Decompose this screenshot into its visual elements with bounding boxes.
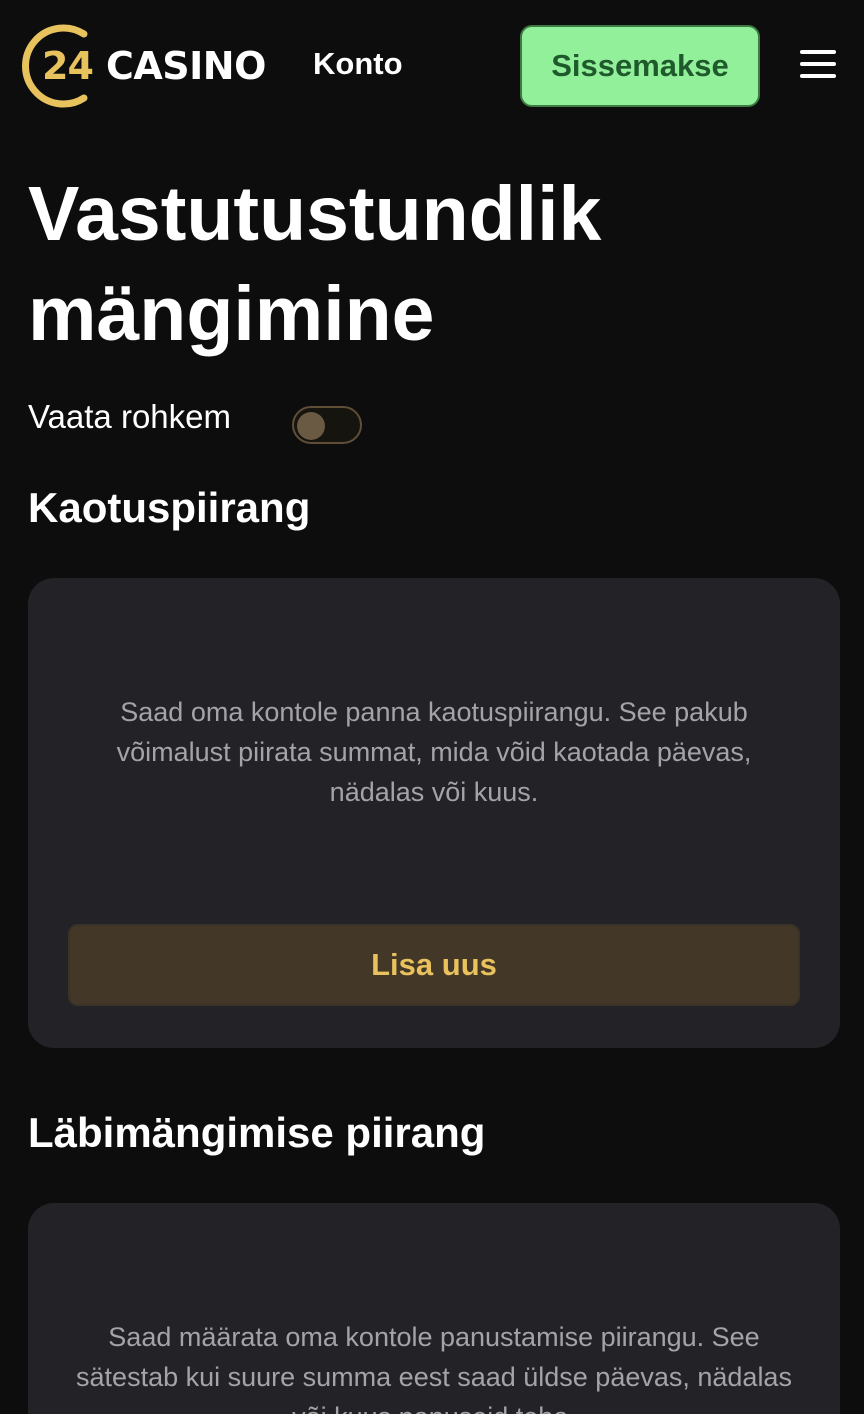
add-loss-limit-button[interactable]: Lisa uus: [68, 924, 800, 1006]
loss-limit-card: Saad oma kontole panna kaotuspiirangu. S…: [28, 578, 840, 1048]
page-title-line2: mängimine: [28, 271, 435, 357]
loss-limit-title: Kaotuspiirang: [28, 484, 311, 531]
toggle-knob: [297, 412, 325, 440]
loss-limit-description: Saad oma kontole panna kaotuspiirangu. S…: [116, 697, 752, 807]
page-title-line1: Vastutustundlik: [28, 171, 602, 257]
casino-logo[interactable]: 24 CASINO: [22, 22, 278, 110]
see-more-row: Vaata rohkem: [28, 398, 428, 450]
account-link[interactable]: Konto: [313, 46, 403, 82]
wagering-limit-card: Saad määrata oma kontole panustamise pii…: [28, 1203, 840, 1414]
see-more-toggle[interactable]: [292, 406, 362, 444]
wagering-limit-title: Läbimängimise piirang: [28, 1109, 486, 1156]
see-more-label: Vaata rohkem: [28, 398, 231, 435]
hamburger-menu-icon[interactable]: [798, 44, 838, 84]
deposit-button[interactable]: Sissemakse: [520, 25, 760, 107]
top-header: 24 CASINO Konto Sissemakse: [0, 0, 864, 132]
logo-number: 24: [42, 44, 94, 88]
logo-wordmark: CASINO: [106, 44, 266, 88]
page-title: Vastutustundlik mängimine: [28, 164, 828, 364]
wagering-limit-description: Saad määrata oma kontole panustamise pii…: [76, 1322, 792, 1414]
